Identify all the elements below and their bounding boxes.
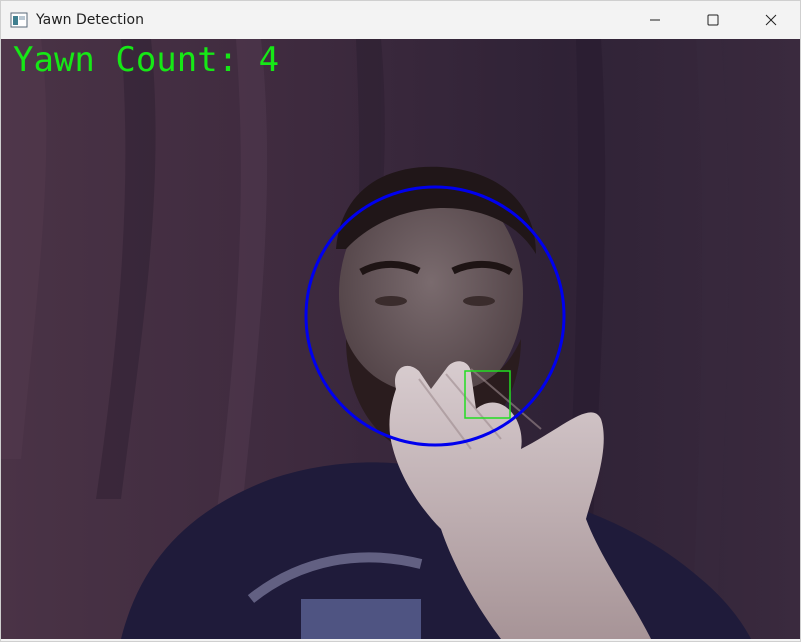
app-window-icon	[10, 12, 28, 28]
title-bar[interactable]: Yawn Detection	[1, 1, 800, 39]
window-title: Yawn Detection	[36, 12, 144, 28]
minimize-icon	[649, 14, 661, 26]
maximize-button[interactable]	[684, 1, 742, 39]
minimize-button[interactable]	[626, 1, 684, 39]
yawn-count-label: Yawn Count: 4	[13, 40, 280, 80]
close-button[interactable]	[742, 1, 800, 39]
window-controls	[626, 1, 800, 39]
camera-feed	[1, 39, 800, 639]
app-window: Yawn Detection Yawn Count: 4	[0, 0, 801, 642]
close-icon	[765, 14, 777, 26]
camera-frame	[1, 39, 800, 639]
maximize-icon	[707, 14, 719, 26]
